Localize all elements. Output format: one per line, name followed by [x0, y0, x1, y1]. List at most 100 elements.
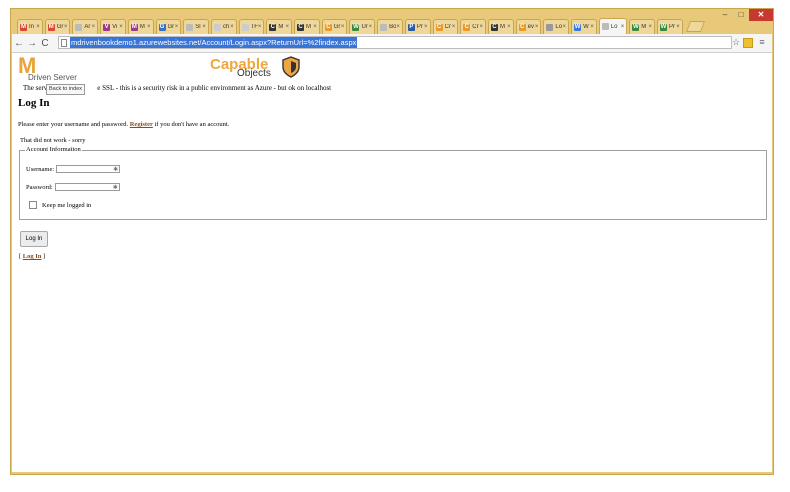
tab-close-icon[interactable]: × [563, 24, 567, 30]
browser-tab[interactable]: W Ur × [349, 19, 376, 34]
browser-tab[interactable]: Sl × [183, 19, 209, 34]
login-instructions: Please enter your username and password.… [18, 121, 229, 128]
back-icon[interactable]: ← [13, 38, 25, 49]
browser-tab[interactable]: P Pr × [404, 19, 431, 34]
browser-tab[interactable]: C M × [487, 19, 514, 34]
browser-tab[interactable]: W W × [571, 19, 597, 34]
tab-label: Ur [361, 24, 368, 30]
required-marker-icon: ✱ [113, 166, 119, 173]
maximize-button[interactable]: □ [733, 9, 749, 21]
address-url[interactable]: mdrivenbookdemo1.azurewebsites.net/Accou… [70, 37, 358, 48]
tab-favicon-icon: C [324, 23, 332, 31]
tab-close-icon[interactable]: × [535, 24, 539, 30]
tab-close-icon[interactable]: × [175, 24, 179, 30]
browser-tab[interactable]: ch × [210, 19, 237, 34]
bookmark-star-icon[interactable]: ☆ [730, 37, 742, 48]
tab-close-icon[interactable]: × [621, 24, 625, 30]
browser-tab[interactable]: G Gr × [155, 19, 182, 34]
register-link[interactable]: Register [130, 121, 153, 128]
tab-close-icon[interactable]: × [119, 24, 123, 30]
tab-close-icon[interactable]: × [258, 24, 262, 30]
tab-close-icon[interactable]: × [64, 24, 68, 30]
tab-close-icon[interactable]: × [479, 24, 483, 30]
warning-suffix: e SSL - this is a security risk in a pub… [97, 84, 332, 92]
browser-tab[interactable]: Lo × [598, 18, 628, 34]
username-label: Username: [26, 165, 55, 173]
fieldset-legend: Account Information [25, 146, 82, 153]
tab-close-icon[interactable]: × [452, 24, 456, 30]
new-tab-button[interactable] [685, 21, 705, 32]
tab-favicon-icon: W [632, 23, 640, 31]
browser-tab[interactable]: C Cr × [432, 19, 459, 34]
browser-tab[interactable]: V Vi × [100, 19, 126, 34]
tab-label: TF [250, 24, 258, 30]
tab-label: Cr [472, 24, 479, 30]
address-bar[interactable]: mdrivenbookdemo1.azurewebsites.net/Accou… [58, 36, 732, 49]
tab-close-icon[interactable]: × [36, 24, 40, 30]
toolbar-actions: ☆ ≡ [730, 37, 768, 48]
footer-login-link[interactable]: Log In [23, 253, 42, 260]
tab-favicon-icon: V [103, 23, 111, 31]
tab-close-icon[interactable]: × [676, 24, 680, 30]
tab-favicon-icon: M [20, 23, 27, 31]
tab-label: In [29, 24, 35, 30]
username-input[interactable]: ✱ [56, 165, 121, 173]
tab-label: Lo [555, 24, 563, 30]
browser-tab[interactable]: C M × [294, 19, 320, 34]
footer-bracket-close: ] [43, 253, 46, 260]
tab-close-icon[interactable]: × [590, 24, 594, 30]
tab-favicon-icon: C [435, 23, 443, 31]
page-viewport: M Driven Server Capable Objects The serv… [12, 53, 772, 472]
browser-tab[interactable]: M In × [17, 19, 43, 34]
window-controls: – □ ✕ [717, 9, 773, 23]
mdriven-logo-text[interactable]: Driven Server [28, 73, 77, 82]
tab-favicon-icon [601, 23, 609, 30]
browser-tab[interactable]: Bo × [377, 19, 403, 34]
browser-tab[interactable]: Ar × [72, 19, 99, 34]
browser-tab[interactable]: M M × [127, 19, 154, 34]
browser-tab[interactable]: W Pr × [657, 19, 683, 34]
minimize-button[interactable]: – [717, 9, 733, 21]
tab-favicon-icon: C [490, 23, 498, 31]
tab-close-icon[interactable]: × [147, 24, 151, 30]
tab-close-icon[interactable]: × [341, 24, 345, 30]
page-icon [61, 38, 67, 47]
tab-close-icon[interactable]: × [424, 24, 428, 30]
tab-close-icon[interactable]: × [648, 24, 652, 30]
page-title: Log In [18, 97, 50, 109]
shield-logo-icon [282, 56, 300, 78]
browser-tab[interactable]: Lo × [543, 19, 570, 34]
login-button[interactable]: Log In [20, 231, 48, 247]
tab-close-icon[interactable]: × [286, 24, 290, 30]
tab-label: Sl [195, 24, 201, 30]
tab-label: W [583, 24, 589, 30]
tab-close-icon[interactable]: × [313, 24, 317, 30]
intro-text: Please enter your username and password. [18, 121, 129, 128]
tab-close-icon[interactable]: × [369, 24, 373, 30]
tab-label: M [499, 24, 505, 30]
browser-tab[interactable]: W M × [629, 19, 655, 34]
close-window-button[interactable]: ✕ [749, 9, 773, 21]
tab-close-icon[interactable]: × [230, 24, 234, 30]
password-input[interactable]: ✱ [54, 183, 120, 191]
tab-close-icon[interactable]: × [92, 24, 96, 30]
tab-close-icon[interactable]: × [396, 24, 400, 30]
tab-close-icon[interactable]: × [202, 24, 206, 30]
remember-me-checkbox[interactable] [29, 201, 37, 209]
tab-label: M [306, 24, 312, 30]
browser-tab[interactable]: C M × [266, 19, 293, 34]
password-label: Password: [26, 183, 53, 191]
browser-tab[interactable]: C Gr × [321, 19, 348, 34]
tab-strip: M In × M Gr × Ar × V Vi × M M × G Gr × Sl × ch × TF × C M × C M × C Gr… [17, 17, 705, 34]
tab-label: Cr [444, 24, 451, 30]
browser-tab[interactable]: Cev × [515, 19, 542, 34]
browser-tab[interactable]: C Cr × [460, 19, 486, 34]
menu-icon[interactable]: ≡ [756, 37, 768, 48]
browser-tab[interactable]: M Gr × [44, 19, 71, 34]
forward-icon[interactable]: → [26, 38, 38, 49]
reload-icon[interactable]: C [39, 38, 51, 49]
browser-tab[interactable]: TF × [238, 19, 265, 34]
tab-label: ev [527, 24, 534, 30]
extension-icon[interactable] [743, 38, 753, 48]
tab-close-icon[interactable]: × [507, 24, 511, 30]
